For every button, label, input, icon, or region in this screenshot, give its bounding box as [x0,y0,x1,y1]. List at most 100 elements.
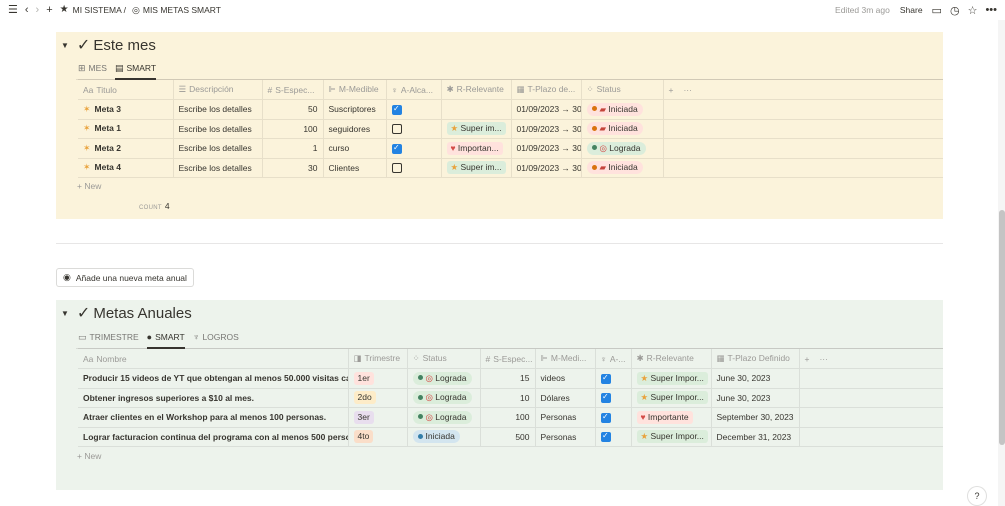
add-annual-goal-button[interactable]: ◉ Añade una nueva meta anual [56,268,194,287]
checkbox-checked[interactable] [391,104,402,115]
cell-measurable[interactable]: seguidores [322,119,386,139]
cell-status[interactable]: ◎ Lograda [406,368,480,389]
cell-measurable[interactable]: Suscriptores [322,99,386,120]
tab-mes[interactable]: ⊞ MES [78,61,107,75]
tab-smart[interactable]: ▤ SMART [114,61,157,80]
favorite-star-icon[interactable]: ☆ [968,4,978,17]
cell-measurable[interactable]: Personas [534,407,595,428]
cell-measurable[interactable]: Clientes [322,158,386,178]
cell-name[interactable]: Atraer clientes en el Workshop para al m… [78,407,348,428]
column-header-t-plazo[interactable]: ▦ T-Plazo Definido [710,348,799,369]
new-row-button[interactable]: + New [77,181,101,191]
cell-specific[interactable]: 50 [261,99,323,120]
more-options-icon[interactable]: ••• [985,4,997,16]
help-button[interactable]: ? [967,486,987,506]
count-footer[interactable]: COUNT 4 [139,201,170,211]
cell-title[interactable]: ✶ Meta 1 [78,119,173,139]
cell-status[interactable]: ◎ Lograda [406,407,480,428]
cell-specific[interactable]: 30 [261,158,323,178]
add-page-icon[interactable]: + [46,4,52,16]
cell-deadline[interactable]: 01/09/2023 → 30 [510,158,581,178]
column-header-s-especifico[interactable]: # S-Espec... [261,79,323,100]
cell-specific[interactable]: 10 [479,388,535,408]
cell-measurable[interactable]: Dólares [534,388,595,408]
cell-achievable[interactable] [385,158,441,178]
monthly-section-title[interactable]: ▼ ✓ Este mes [61,35,156,55]
tab-trimestre[interactable]: ▭ TRIMESTRE [78,330,139,344]
cell-description[interactable]: Escribe los detalles [172,99,262,120]
cell-status[interactable]: ▰ Iniciada [580,158,663,178]
column-header-m-medible[interactable]: ⊫ M-Medi... [534,348,595,369]
more-columns-icon[interactable]: ··· [819,354,828,364]
share-button[interactable]: Share [900,5,923,15]
cell-achievable[interactable] [594,388,631,408]
cell-specific[interactable]: 100 [479,407,535,428]
cell-relevant[interactable]: ♥ Importante [630,407,711,428]
cell-measurable[interactable]: Personas [534,427,595,447]
checkbox-checked[interactable] [600,392,611,404]
cell-measurable[interactable]: videos [534,368,595,389]
add-column-icon[interactable]: + [805,354,810,364]
cell-status[interactable]: ◎ Lograda [406,388,480,408]
annual-section-title[interactable]: ▼ ✓ Metas Anuales [61,303,192,323]
cell-description[interactable]: Escribe los detalles [172,138,262,159]
cell-description[interactable]: Escribe los detalles [172,119,262,139]
column-header-add[interactable]: + ··· [798,348,943,369]
cell-deadline[interactable]: 01/09/2023 → 30 [510,119,581,139]
cell-title[interactable]: ✶ Meta 4 [78,158,173,178]
table-row[interactable]: ✶ Meta 1 Escribe los detalles 100 seguido… [78,119,943,139]
cell-title[interactable]: ✶ Meta 3 [78,99,173,120]
checkbox-checked[interactable] [600,373,611,384]
cell-relevant[interactable]: ★ Super Impor... [630,368,711,389]
cell-name[interactable]: Lograr facturacion continua del programa… [78,427,348,447]
column-header-s-especifico[interactable]: # S-Espec... [479,348,535,369]
cell-relevant[interactable]: ★ Super im... [440,158,511,178]
cell-status[interactable]: ▰ Iniciada [580,99,663,120]
table-row[interactable]: ✶Meta 2 Escribe los detalles 1 curso ♥ I… [78,138,943,159]
forward-arrow-icon[interactable]: › [36,4,40,16]
cell-quarter[interactable]: 1er [347,368,407,389]
column-header-add[interactable]: + ··· [662,79,943,100]
cell-achievable[interactable] [594,427,631,447]
column-header-m-medible[interactable]: ⊫ M-Medible [322,79,386,100]
cell-specific[interactable]: 1 [261,138,323,159]
cell-achievable[interactable] [385,99,441,120]
checkbox-unchecked[interactable] [391,163,402,174]
comment-icon[interactable]: ▭ [932,4,942,17]
more-columns-icon[interactable]: ··· [683,85,692,95]
table-row[interactable]: ✶ Meta 4 Escribe los detalles 30 Clientes… [78,158,943,178]
checkbox-checked[interactable] [391,143,402,154]
cell-relevant[interactable]: ♥ Importan... [440,138,511,159]
column-header-status[interactable]: ⁘ Status [580,79,663,100]
cell-relevant[interactable]: ★ Super Impor... [630,427,711,447]
cell-quarter[interactable]: 3er [347,407,407,428]
cell-deadline[interactable]: December 31, 2023 [710,427,799,447]
cell-specific[interactable]: 500 [479,427,535,447]
table-row[interactable]: Lograr facturacion continua del programa… [78,427,943,447]
cell-status[interactable]: ◎ Lograda [580,138,663,159]
table-row[interactable]: Producir 15 videos de YT que obtengan al… [78,368,943,389]
column-header-nombre[interactable]: Aa Nombre [78,348,348,369]
column-header-t-plazo[interactable]: ▦ T-Plazo de... [510,79,581,100]
cell-status[interactable]: ▰ Iniciada [580,119,663,139]
cell-status[interactable]: Iniciada [406,427,480,447]
tab-smart[interactable]: ● SMART [146,330,185,349]
new-row-button[interactable]: + New [77,451,101,461]
toggle-triangle-icon[interactable]: ▼ [61,41,69,50]
cell-deadline[interactable]: 01/09/2023 → 30 [510,99,581,120]
cell-relevant[interactable]: ★ Super Impor... [630,388,711,408]
cell-name[interactable]: Producir 15 videos de YT que obtengan al… [78,368,348,389]
checkbox-unchecked[interactable] [391,124,402,135]
column-header-descripcion[interactable]: ☰ Descripción [172,79,262,100]
tab-logros[interactable]: ♆ LOGROS [193,330,239,344]
back-arrow-icon[interactable]: ‹ [25,4,29,16]
cell-achievable[interactable] [594,368,631,389]
cell-deadline[interactable]: 01/09/2023 → 30 [510,138,581,159]
column-header-trimestre[interactable]: ◨ Trimestre [347,348,407,369]
cell-measurable[interactable]: curso [322,138,386,159]
add-column-icon[interactable]: + [669,85,674,95]
cell-achievable[interactable] [385,138,441,159]
table-row[interactable]: Obtener ingresos superiores a $10 al mes… [78,388,943,408]
column-header-a-alcanzable[interactable]: ♆ A-... [594,348,631,369]
column-header-titulo[interactable]: Aa Titulo [78,79,173,100]
